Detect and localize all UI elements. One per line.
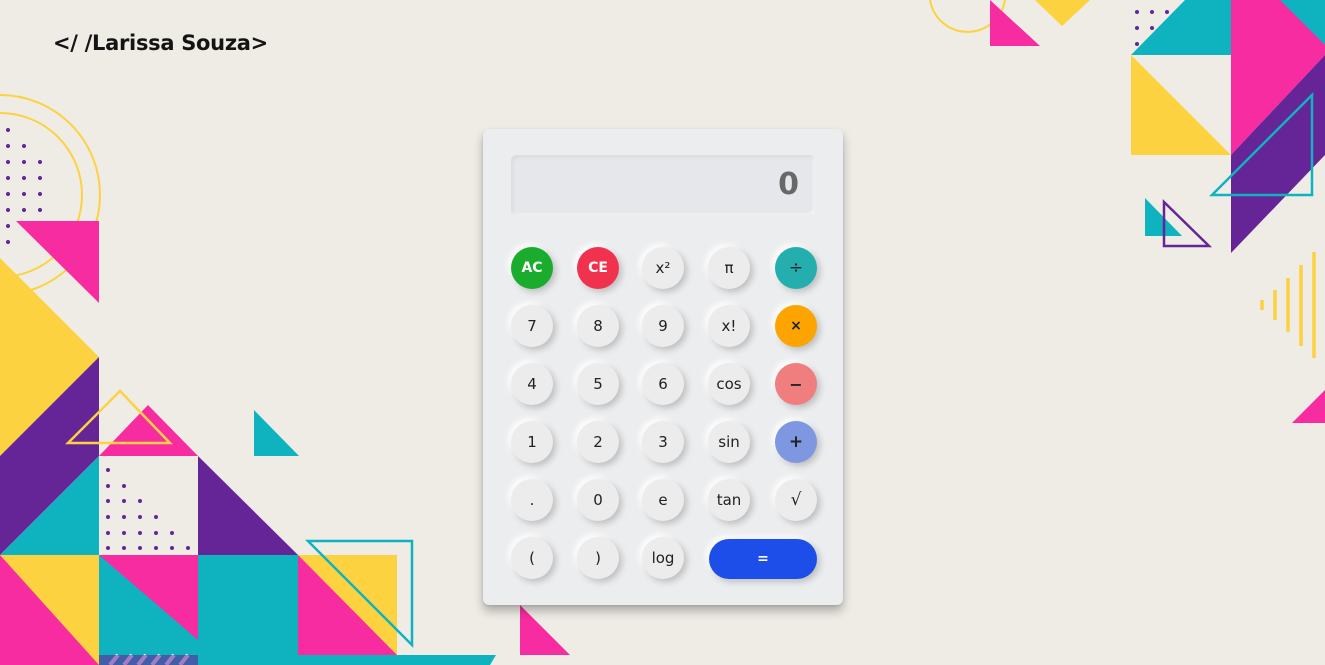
factorial-button[interactable]: x! <box>708 305 750 347</box>
square-button[interactable]: x² <box>642 247 684 289</box>
add-button[interactable]: + <box>775 421 817 463</box>
multiply-button[interactable]: × <box>775 305 817 347</box>
cos-button[interactable]: cos <box>708 363 750 405</box>
equals-button[interactable]: = <box>709 539 817 579</box>
digit-3-button[interactable]: 3 <box>642 421 684 463</box>
open-paren-button[interactable]: ( <box>511 537 553 579</box>
brand-logo: </ /Larissa Souza> <box>53 31 268 55</box>
digit-1-button[interactable]: 1 <box>511 421 553 463</box>
digit-8-button[interactable]: 8 <box>577 305 619 347</box>
calculator: 0 AC CE x² π ÷ 7 8 9 x! × 4 5 6 cos − 1 … <box>483 129 843 605</box>
tan-button[interactable]: tan <box>708 479 750 521</box>
digit-2-button[interactable]: 2 <box>577 421 619 463</box>
euler-button[interactable]: e <box>642 479 684 521</box>
sin-button[interactable]: sin <box>708 421 750 463</box>
decimal-button[interactable]: . <box>511 479 553 521</box>
subtract-button[interactable]: − <box>775 363 817 405</box>
clear-entry-button[interactable]: CE <box>577 247 619 289</box>
digit-0-button[interactable]: 0 <box>577 479 619 521</box>
divide-button[interactable]: ÷ <box>775 247 817 289</box>
pi-button[interactable]: π <box>708 247 750 289</box>
all-clear-button[interactable]: AC <box>511 247 553 289</box>
digit-7-button[interactable]: 7 <box>511 305 553 347</box>
close-paren-button[interactable]: ) <box>577 537 619 579</box>
log-button[interactable]: log <box>642 537 684 579</box>
digit-6-button[interactable]: 6 <box>642 363 684 405</box>
digit-9-button[interactable]: 9 <box>642 305 684 347</box>
square-root-button[interactable]: √ <box>775 479 817 521</box>
calculator-display: 0 <box>511 155 815 215</box>
digit-5-button[interactable]: 5 <box>577 363 619 405</box>
digit-4-button[interactable]: 4 <box>511 363 553 405</box>
